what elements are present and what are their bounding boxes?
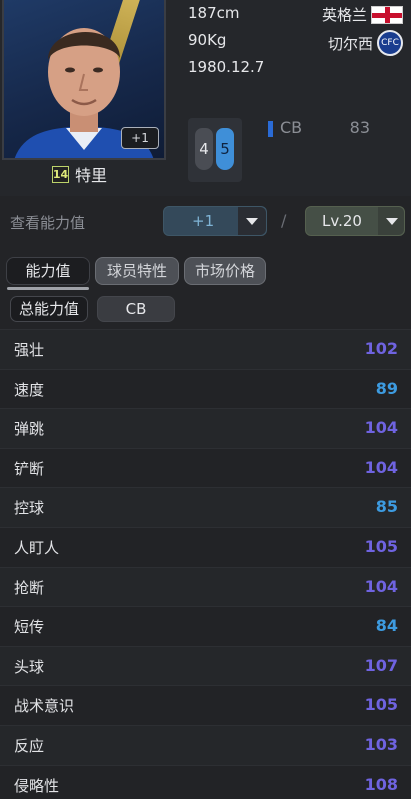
stat-name: 侵略性	[14, 776, 60, 795]
stat-list: 强壮 102 速度 89 弹跳 104 铲断 104 控球 85 人盯人 105…	[0, 329, 411, 799]
stat-value: 105	[364, 536, 398, 556]
stat-row: 侵略性 108	[0, 764, 411, 799]
nationality-label: 英格兰	[321, 6, 367, 24]
stat-name: 强壮	[14, 341, 45, 359]
nationality: 英格兰	[322, 4, 403, 25]
chevron-down-icon	[386, 218, 398, 225]
england-flag-icon	[371, 5, 403, 24]
stat-name: 铲断	[14, 459, 45, 478]
stat-name: 短传	[14, 618, 45, 637]
tab-ability[interactable]: 能力值	[6, 257, 90, 290]
stat-value: 104	[364, 576, 398, 596]
player-birthday: 1980.12.7	[188, 58, 265, 76]
chelsea-crest-icon: CFC	[377, 30, 403, 56]
stat-value: 84	[375, 616, 398, 636]
stat-name: 抢断	[14, 578, 45, 597]
stat-row: 速度 89	[0, 368, 411, 409]
level-select[interactable]: Lv.20	[305, 206, 405, 236]
position-label: CB	[280, 118, 303, 137]
stat-name: 反应	[14, 736, 45, 755]
jersey-number: 14	[52, 165, 69, 183]
stat-row: 短传 84	[0, 606, 411, 646]
stat-row: 反应 103	[0, 724, 411, 765]
stat-name: 战术意识	[14, 697, 75, 716]
weak-foot: 4	[195, 128, 213, 170]
stat-name: 弹跳	[14, 420, 45, 439]
view-ability-label: 查看能力值	[10, 214, 86, 232]
level-value: Lv.20	[322, 212, 362, 230]
stat-value: 103	[364, 734, 398, 754]
enhance-dropdown-button[interactable]	[238, 207, 266, 235]
stat-value: 104	[364, 457, 398, 477]
stat-value: 104	[364, 418, 398, 438]
stat-row: 强壮 102	[0, 329, 411, 369]
stat-value: 105	[364, 695, 398, 715]
position-marker	[268, 121, 273, 137]
player-height: 187cm	[188, 4, 240, 22]
stat-row: 弹跳 104	[0, 408, 411, 448]
player-name: 特里	[75, 166, 108, 185]
enhance-level-select[interactable]: +1	[163, 206, 267, 236]
player-info: 187cm 90Kg 1980.12.7	[188, 4, 264, 85]
enhance-badge: +1	[121, 127, 159, 149]
player-photo[interactable]: +1	[2, 0, 166, 160]
stat-row: 控球 85	[0, 487, 411, 527]
enhance-level-value: +1	[192, 212, 215, 230]
stat-row: 战术意识 105	[0, 685, 411, 725]
stat-value: 89	[375, 378, 398, 398]
strong-foot: 5	[216, 128, 234, 170]
position-row: CB 83	[268, 118, 388, 140]
level-dropdown-button[interactable]	[378, 207, 404, 235]
club: 切尔西 CFC	[328, 30, 403, 56]
stat-row: 抢断 104	[0, 566, 411, 607]
tab-total-ability[interactable]: 总能力值	[10, 296, 88, 322]
player-weight: 90Kg	[188, 31, 227, 49]
stat-value: 107	[364, 655, 398, 675]
stat-row: 头球 107	[0, 645, 411, 686]
stat-value: 102	[364, 339, 398, 358]
player-header: +1 14 特里 187cm 90Kg 1980.12.7 英格兰 切尔西 CF…	[0, 0, 411, 196]
tab-position-cb[interactable]: CB	[97, 296, 175, 322]
separator: /	[281, 211, 287, 230]
stat-name: 人盯人	[14, 538, 60, 557]
player-name-row: 14 特里	[52, 163, 107, 185]
foot-indicator: 4 5	[188, 118, 242, 182]
tab-market-price[interactable]: 市场价格	[184, 257, 266, 285]
stat-row: 人盯人 105	[0, 526, 411, 567]
tab-player-traits[interactable]: 球员特性	[95, 257, 179, 285]
stat-row: 铲断 104	[0, 447, 411, 488]
stat-name: 头球	[14, 657, 45, 676]
stat-value: 108	[364, 774, 398, 794]
ability-view-row: 查看能力值 +1 / Lv.20	[0, 206, 411, 236]
stat-name: 控球	[14, 499, 45, 518]
club-label: 切尔西	[327, 34, 373, 53]
chevron-down-icon	[246, 218, 258, 225]
stat-name: 速度	[14, 380, 45, 399]
stat-value: 85	[375, 497, 398, 517]
overall-rating: 83	[349, 118, 370, 137]
